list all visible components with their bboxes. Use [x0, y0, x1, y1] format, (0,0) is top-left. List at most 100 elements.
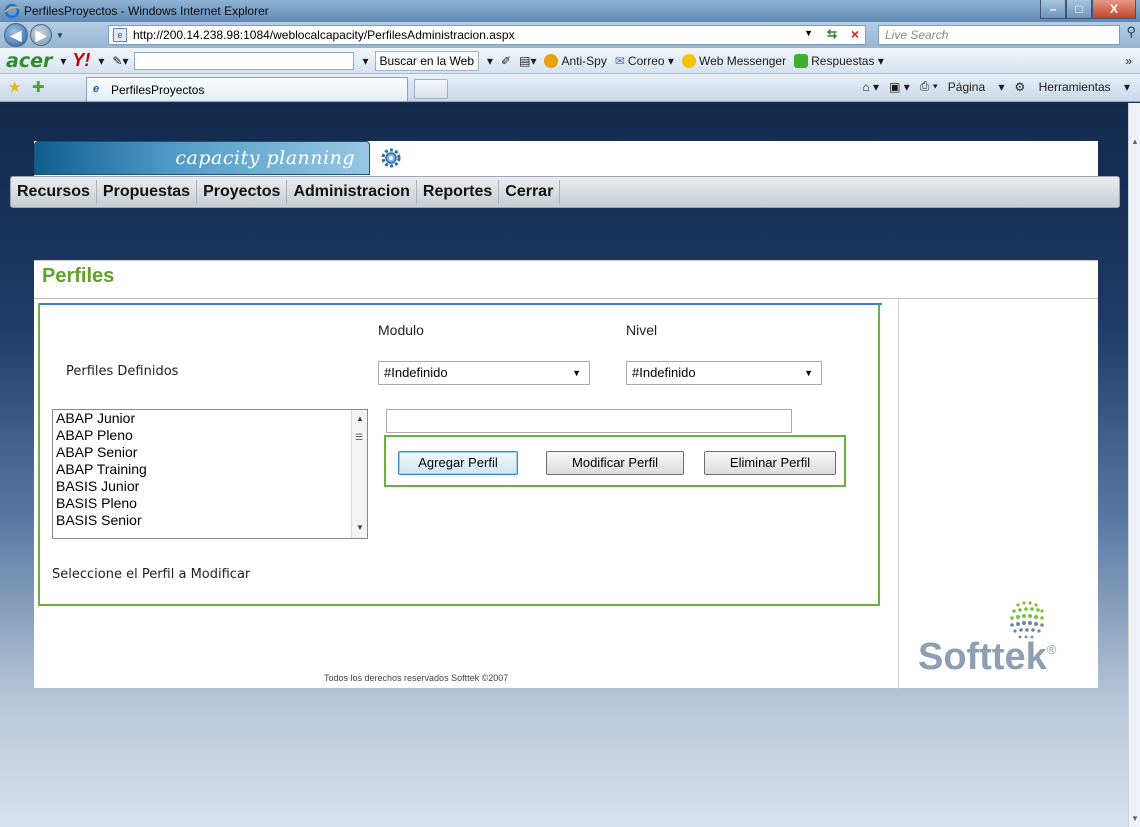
menu-administracion[interactable]: Administracion: [287, 180, 417, 204]
yahoo-dropdown-icon[interactable]: ▾: [98, 54, 104, 68]
mail-icon: ✉: [614, 53, 625, 68]
acer-dropdown-icon[interactable]: ▾: [60, 54, 66, 68]
toolbar-search-input[interactable]: [134, 51, 355, 70]
close-button[interactable]: X: [1092, 0, 1136, 19]
title-divider: [34, 298, 1098, 299]
respuestas-icon: [794, 53, 809, 68]
minimize-button[interactable]: –: [1040, 0, 1066, 19]
eliminar-perfil-button[interactable]: Eliminar Perfil: [704, 451, 836, 475]
list-item[interactable]: BASIS Pleno: [53, 495, 367, 512]
seleccione-hint: Seleccione el Perfil a Modificar: [52, 567, 251, 582]
highlight-icon[interactable]: ✐: [501, 54, 511, 68]
window-title: PerfilesProyectos - Windows Internet Exp…: [24, 4, 269, 18]
main-menu: Recursos Propuestas Proyectos Administra…: [10, 176, 1120, 208]
nivel-label: Nivel: [626, 322, 658, 338]
listbox-scrollbar[interactable]: ▲ ☰ ▼: [351, 410, 367, 538]
nivel-select[interactable]: #Indefinido ▼: [626, 361, 822, 385]
perfil-name-input[interactable]: [386, 409, 792, 433]
menu-proyectos[interactable]: Proyectos: [197, 180, 288, 204]
yahoo-logo[interactable]: Y!: [72, 50, 90, 71]
chevron-down-icon: ▼: [804, 368, 813, 378]
buscar-dropdown-icon[interactable]: ▾: [487, 54, 493, 68]
softtek-logo-text: Softtek: [918, 636, 1047, 678]
feeds-icon[interactable]: ▣ ▾: [889, 80, 910, 94]
maximize-button[interactable]: □: [1066, 0, 1092, 19]
list-item[interactable]: ABAP Senior: [53, 444, 367, 461]
home-icon[interactable]: ⌂ ▾: [862, 80, 879, 94]
menu-propuestas[interactable]: Propuestas: [97, 180, 198, 204]
page-icon: e: [113, 28, 127, 42]
list-item[interactable]: BASIS Junior: [53, 478, 367, 495]
url-dropdown-icon[interactable]: ▼: [804, 28, 813, 38]
nivel-value: #Indefinido: [632, 365, 696, 380]
add-favorites-icon[interactable]: ✚: [32, 78, 45, 96]
menu-cerrar[interactable]: Cerrar: [499, 180, 561, 204]
print-icon[interactable]: ⎙ ▾: [920, 79, 938, 94]
scroll-thumb-icon[interactable]: ☰: [355, 432, 363, 443]
list-item[interactable]: ABAP Junior: [53, 410, 367, 427]
address-bar: ◀ ▶ ▼ e http://200.14.238.98:1084/webloc…: [0, 22, 1140, 48]
page-viewport: capacity planning Recursos Propuestas Pr…: [0, 103, 1128, 827]
anti-spy-icon: [544, 53, 559, 68]
toolbar-overflow-icon[interactable]: »: [1125, 54, 1132, 68]
messenger-label: Web Messenger: [698, 53, 787, 68]
tabs-bar: ★ ✚ e PerfilesProyectos ⌂ ▾ ▣ ▾ ⎙ ▾ Pági…: [0, 74, 1140, 102]
respuestas-button[interactable]: Respuestas ▾: [794, 53, 884, 68]
gear-icon: [381, 148, 401, 168]
herramientas-menu[interactable]: ⚙ Herramientas ▾: [1015, 80, 1131, 94]
menu-recursos[interactable]: Recursos: [11, 180, 97, 204]
perfiles-listbox[interactable]: ABAP Junior ABAP Pleno ABAP Senior ABAP …: [52, 409, 368, 539]
url-text: http://200.14.238.98:1084/weblocalcapaci…: [133, 28, 515, 42]
modulo-select[interactable]: #Indefinido ▼: [378, 361, 590, 385]
links-toolbar: acer ▾ Y! ▾ ✎▾ ▾ Buscar en la Web ▾ ✐ ▤▾…: [0, 48, 1140, 74]
action-buttons-group: Agregar Perfil Modificar Perfil Eliminar…: [384, 435, 846, 487]
anti-spy-button[interactable]: Anti-Spy: [544, 53, 607, 68]
modulo-value: #Indefinido: [384, 365, 448, 380]
anti-spy-label: Anti-Spy: [561, 53, 607, 68]
url-field[interactable]: e http://200.14.238.98:1084/weblocalcapa…: [108, 25, 866, 45]
content-panel: Perfiles Modulo Nivel Perfiles Definidos…: [34, 260, 1098, 689]
page-scrollbar[interactable]: ▲ ▼: [1128, 103, 1140, 827]
modificar-perfil-button[interactable]: Modificar Perfil: [546, 451, 684, 475]
scroll-down-icon[interactable]: ▼: [1131, 814, 1139, 823]
brand-banner: capacity planning: [34, 141, 370, 175]
live-search-input[interactable]: Live Search: [878, 25, 1120, 45]
copyright-footer: Todos los derechos reservados Softtek ©2…: [324, 673, 509, 683]
scroll-down-icon[interactable]: ▼: [356, 523, 364, 532]
web-messenger-button[interactable]: Web Messenger: [681, 53, 787, 68]
brand-title: capacity planning: [175, 147, 355, 169]
perfiles-form: Modulo Nivel Perfiles Definidos #Indefin…: [38, 303, 882, 606]
page-title: Perfiles: [42, 265, 115, 287]
buscar-en-la-web-button[interactable]: Buscar en la Web: [374, 50, 480, 71]
refresh-icon[interactable]: ⇆: [827, 27, 837, 41]
menu-reportes[interactable]: Reportes: [417, 180, 500, 204]
agregar-perfil-button[interactable]: Agregar Perfil: [398, 451, 518, 475]
layout-icon[interactable]: ▤▾: [519, 54, 536, 68]
scroll-up-icon[interactable]: ▲: [356, 414, 364, 423]
pencil-icon[interactable]: ✎▾: [112, 54, 128, 68]
favorites-star-icon[interactable]: ★: [8, 78, 21, 96]
scroll-up-icon[interactable]: ▲: [1131, 137, 1139, 146]
herramientas-label: Herramientas: [1038, 79, 1111, 94]
back-button[interactable]: ◀: [4, 23, 28, 47]
pagina-menu[interactable]: Página ▾: [948, 80, 1005, 94]
list-item[interactable]: ABAP Training: [53, 461, 367, 478]
registered-mark: ®: [1046, 642, 1057, 657]
toolbar-input-dropdown-icon[interactable]: ▾: [362, 54, 368, 68]
search-icon[interactable]: ⚲: [1126, 24, 1136, 40]
tab-page-icon: e: [93, 82, 100, 95]
list-item[interactable]: BASIS Senior: [53, 512, 367, 529]
forward-button[interactable]: ▶: [30, 24, 52, 46]
tab-label: PerfilesProyectos: [111, 82, 205, 97]
list-item[interactable]: ABAP Pleno: [53, 427, 367, 444]
pagina-label: Página: [947, 79, 986, 94]
tab-perfilesproyectos[interactable]: e PerfilesProyectos: [86, 77, 408, 101]
right-panel-divider: [898, 299, 899, 689]
stop-icon[interactable]: ×: [851, 26, 859, 42]
correo-button[interactable]: ✉ Correo ▾: [615, 54, 674, 68]
perfiles-definidos-label: Perfiles Definidos: [66, 364, 179, 379]
acer-logo[interactable]: acer: [6, 50, 52, 72]
history-dropdown-icon[interactable]: ▼: [56, 31, 64, 40]
new-tab-button[interactable]: [414, 79, 448, 99]
messenger-icon: [681, 53, 696, 68]
